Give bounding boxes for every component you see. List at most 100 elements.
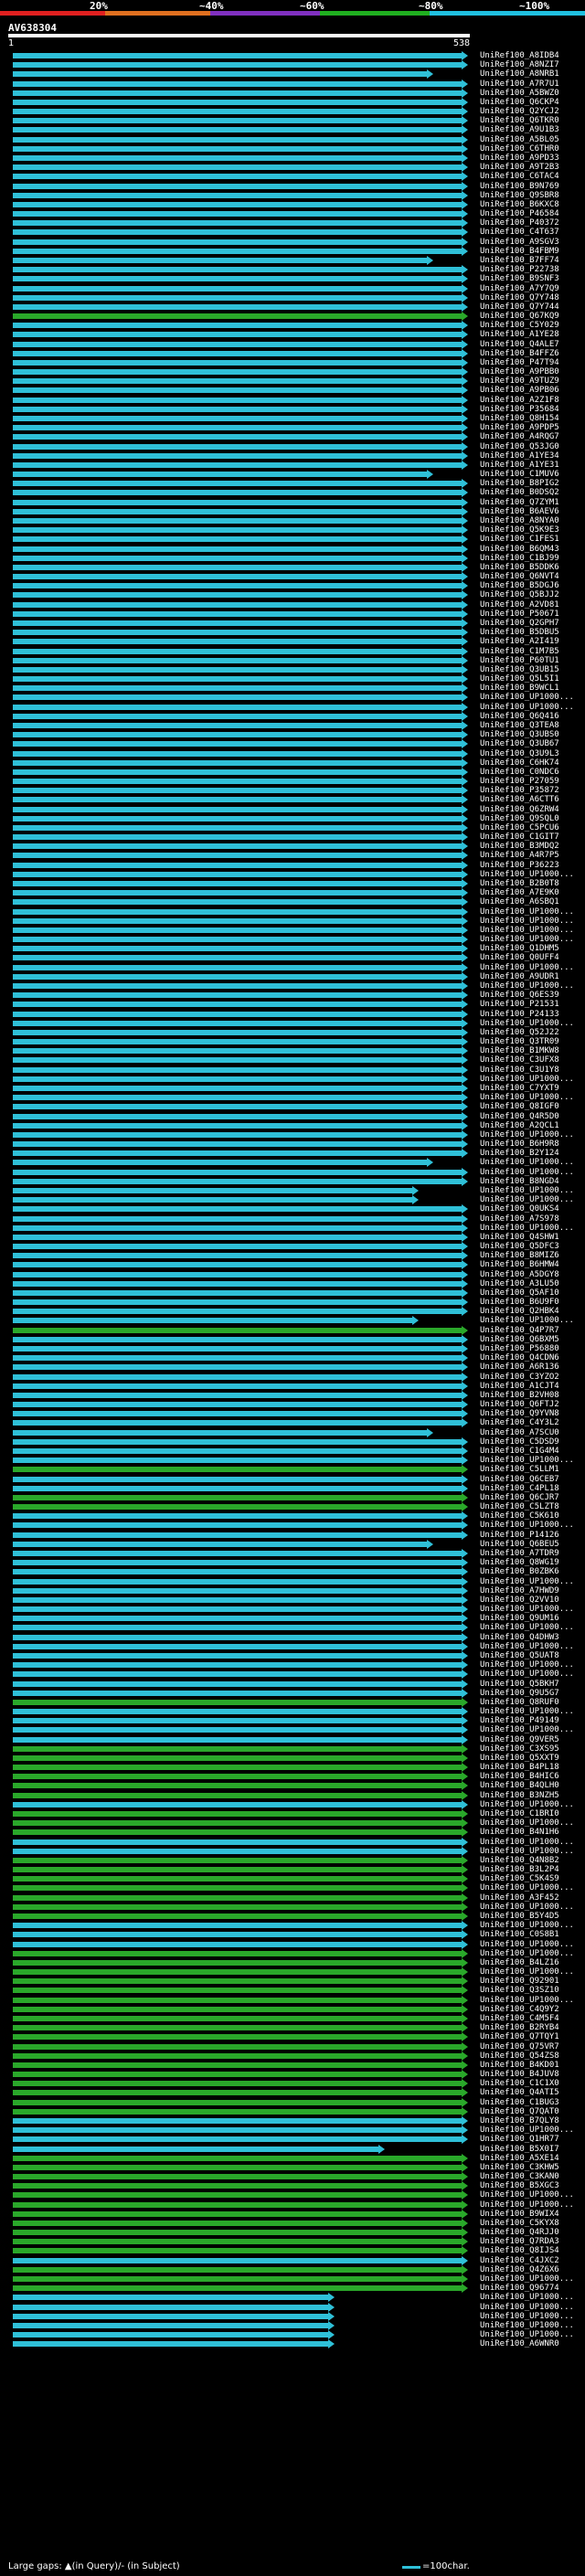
hit-bar <box>13 927 463 933</box>
hit-bar <box>13 2230 463 2236</box>
hit-arrow-icon <box>462 2097 468 2107</box>
hit-arrow-icon <box>462 376 468 387</box>
hit-arrow-icon <box>462 1921 468 1931</box>
hit-arrow-icon <box>462 944 468 954</box>
hit-bar <box>13 183 463 189</box>
hit-bar <box>13 1197 414 1203</box>
hit-arrow-icon <box>462 1018 468 1028</box>
hit-bar <box>13 1494 463 1500</box>
hit-bar <box>13 1420 463 1426</box>
legend-text: Large gaps: ▲(in Query)/- (in Subject) <box>8 2561 180 2571</box>
hit-arrow-icon <box>462 1650 468 1660</box>
hit-arrow-icon <box>462 646 468 656</box>
hit-arrow-icon <box>462 143 468 154</box>
hit-arrow-icon <box>462 1511 468 1521</box>
hit-arrow-icon <box>462 1548 468 1558</box>
hit-bar <box>13 1894 463 1901</box>
hit-arrow-icon <box>462 1846 468 1856</box>
hit-arrow-icon <box>462 1093 468 1103</box>
hit-bar <box>13 2108 463 2115</box>
hit-bar <box>13 1169 463 1175</box>
hit-arrow-icon <box>462 1307 468 1317</box>
hit-arrow-icon <box>462 795 468 805</box>
hit-arrow-icon <box>462 1129 468 1140</box>
hit-bar <box>13 1988 463 1994</box>
hit-row[interactable]: UniRef100_A6WNR0 <box>0 2339 585 2349</box>
hit-bar <box>13 1727 463 1733</box>
hit-arrow-icon <box>462 1260 468 1270</box>
hit-bar <box>13 1039 463 1045</box>
hit-arrow-icon <box>462 758 468 768</box>
hit-bar <box>13 434 463 440</box>
hit-bar <box>13 378 463 385</box>
hit-bar <box>13 2276 463 2283</box>
hit-arrow-icon <box>462 1000 468 1010</box>
hit-bar <box>13 1950 463 1956</box>
hit-arrow-icon <box>462 1865 468 1875</box>
hit-bar <box>13 1336 463 1342</box>
hit-arrow-icon <box>327 2302 335 2312</box>
hit-bar <box>13 722 463 728</box>
hit-arrow-icon <box>462 1204 468 1214</box>
hit-bar <box>13 62 463 69</box>
hit-bar <box>13 1578 463 1585</box>
hit-bar <box>13 583 463 589</box>
hit-bar <box>13 1634 463 1640</box>
hit-arrow-icon <box>327 2320 335 2330</box>
hit-bar <box>13 797 463 803</box>
hit-bar <box>13 1997 463 2003</box>
hit-arrow-icon <box>462 1353 468 1363</box>
hit-arrow-icon <box>462 1111 468 1121</box>
hit-arrow-icon <box>462 2079 468 2089</box>
hit-bar <box>13 1085 463 1091</box>
hit-bar <box>13 899 463 906</box>
hit-bar <box>13 1318 414 1324</box>
hit-arrow-icon <box>462 460 468 470</box>
hit-arrow-icon <box>462 777 468 787</box>
hit-arrow-icon <box>462 1223 468 1233</box>
hit-arrow-icon <box>462 2255 468 2265</box>
hit-bar <box>13 136 463 143</box>
hit-bar <box>13 1923 463 1929</box>
hit-arrow-icon <box>462 1855 468 1865</box>
hit-arrow-icon <box>462 1409 468 1419</box>
hit-bar <box>13 518 463 524</box>
hit-bar <box>13 1187 414 1193</box>
hit-bar <box>13 2099 463 2105</box>
hit-arrow-icon <box>462 767 468 777</box>
hit-bar <box>13 2062 463 2068</box>
hit-bar <box>13 267 463 273</box>
hit-bar <box>13 973 463 980</box>
hit-arrow-icon <box>462 2284 468 2294</box>
hit-bar <box>13 257 429 263</box>
hit-bar <box>13 2155 463 2161</box>
hit-bar <box>13 862 463 868</box>
hit-bar <box>13 1913 463 1919</box>
hit-bar <box>13 359 463 366</box>
hit-bar <box>13 1504 463 1511</box>
hit-arrow-icon <box>462 572 468 582</box>
hit-bar <box>13 2015 463 2021</box>
hit-arrow-icon <box>462 88 468 98</box>
hit-arrow-icon <box>462 1828 468 1838</box>
hit-bar <box>13 1244 463 1250</box>
hit-arrow-icon <box>462 2004 468 2014</box>
legend-swatch <box>402 2566 420 2569</box>
hit-label[interactable]: UniRef100_A6WNR0 <box>480 2339 559 2349</box>
hit-arrow-icon <box>412 1185 420 1195</box>
hit-arrow-icon <box>462 209 468 219</box>
hit-arrow-icon <box>462 1149 468 1159</box>
hit-arrow-icon <box>462 1521 468 1531</box>
hit-bar <box>13 406 463 412</box>
hit-arrow-icon <box>462 2200 468 2210</box>
hit-arrow-icon <box>462 1986 468 1996</box>
hit-arrow-icon <box>462 2218 468 2228</box>
hit-arrow-icon <box>462 525 468 535</box>
hit-bar <box>13 676 463 683</box>
hit-bar <box>13 1392 463 1398</box>
hit-bar <box>13 1160 429 1166</box>
hit-arrow-icon <box>462 97 468 107</box>
hit-arrow-icon <box>462 116 468 126</box>
hit-arrow-icon <box>462 935 468 945</box>
hit-arrow-icon <box>462 1083 468 1093</box>
